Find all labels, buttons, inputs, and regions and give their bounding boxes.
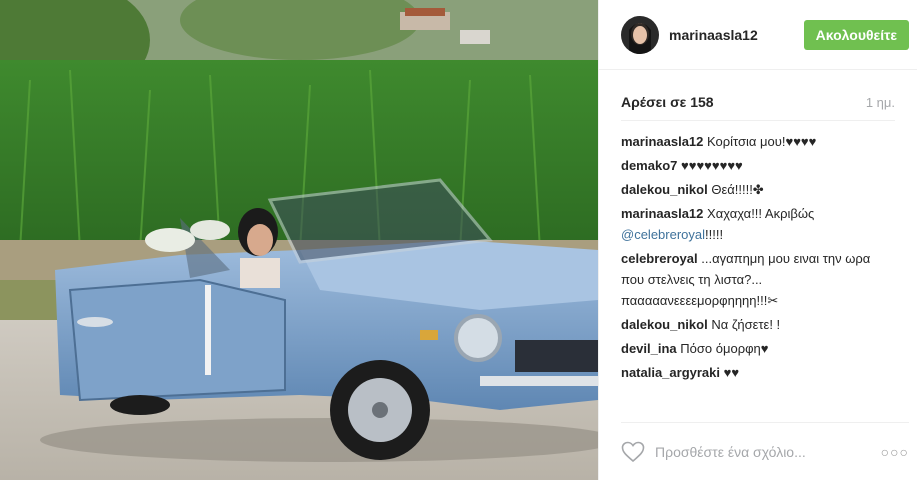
comment-text: Θεά!!!!!✤ <box>711 182 764 197</box>
avatar[interactable] <box>621 15 659 54</box>
comments-list: marinaasla12 Κορίτσια μου!♥♥♥♥ demako7 ♥… <box>599 121 917 383</box>
likes-row: Αρέσει σε 158 1 ημ. <box>621 70 895 121</box>
comment: natalia_argyraki ♥♥ <box>621 362 895 383</box>
instagram-post: marinaasla12 Ακολουθείτε Αρέσει σε 158 1… <box>0 0 917 480</box>
comment-mention-link[interactable]: @celebreroyal <box>621 227 705 242</box>
comment: demako7 ♥♥♥♥♥♥♥♥ <box>621 155 895 176</box>
avatar-image <box>621 15 659 54</box>
heart-outline-icon[interactable] <box>621 441 645 463</box>
ellipsis-icon[interactable]: ○○○ <box>881 444 909 460</box>
comment-text: ♥♥♥♥♥♥♥♥ <box>681 158 743 173</box>
comment-username[interactable]: devil_ina <box>621 341 677 356</box>
comment: dalekou_nikol Να ζήσετε! ! <box>621 314 895 335</box>
post-username[interactable]: marinaasla12 <box>669 27 804 43</box>
post-photo[interactable] <box>0 0 598 480</box>
comment-text: ♥♥ <box>723 365 740 380</box>
comment: devil_ina Πόσο όμορφη♥ <box>621 338 895 359</box>
comment-username[interactable]: marinaasla12 <box>621 206 703 221</box>
comment: celebreroyal ...αγαπημη μου ειναι την ωρ… <box>621 248 895 311</box>
car-photo-illustration <box>0 0 598 480</box>
comment-username[interactable]: celebreroyal <box>621 251 698 266</box>
comment-username[interactable]: natalia_argyraki <box>621 365 720 380</box>
add-comment-input[interactable]: Προσθέστε ένα σχόλιο... <box>655 444 881 460</box>
comment-username[interactable]: dalekou_nikol <box>621 317 708 332</box>
comment-username[interactable]: demako7 <box>621 158 677 173</box>
post-sidebar: marinaasla12 Ακολουθείτε Αρέσει σε 158 1… <box>598 0 917 480</box>
post-header: marinaasla12 Ακολουθείτε <box>599 0 917 70</box>
comment-text: Πόσο όμορφη♥ <box>680 341 769 356</box>
comment: marinaasla12 Χαχαχα!!! Ακριβώς @celebrer… <box>621 203 895 245</box>
comment-text-suffix: !!!!! <box>705 227 724 242</box>
comment-username[interactable]: marinaasla12 <box>621 134 703 149</box>
comment-text: Κορίτσια μου!♥♥♥♥ <box>707 134 817 149</box>
post-time[interactable]: 1 ημ. <box>866 95 895 110</box>
likes-count[interactable]: Αρέσει σε 158 <box>621 94 714 110</box>
comment-username[interactable]: dalekou_nikol <box>621 182 708 197</box>
comment-footer: Προσθέστε ένα σχόλιο... ○○○ <box>621 422 909 481</box>
comment-text: Να ζήσετε! ! <box>711 317 781 332</box>
comment-text: Χαχαχα!!! Ακριβώς <box>707 206 815 221</box>
following-button[interactable]: Ακολουθείτε <box>803 19 909 50</box>
comment: dalekou_nikol Θεά!!!!!✤ <box>621 179 895 200</box>
comment: marinaasla12 Κορίτσια μου!♥♥♥♥ <box>621 131 895 152</box>
